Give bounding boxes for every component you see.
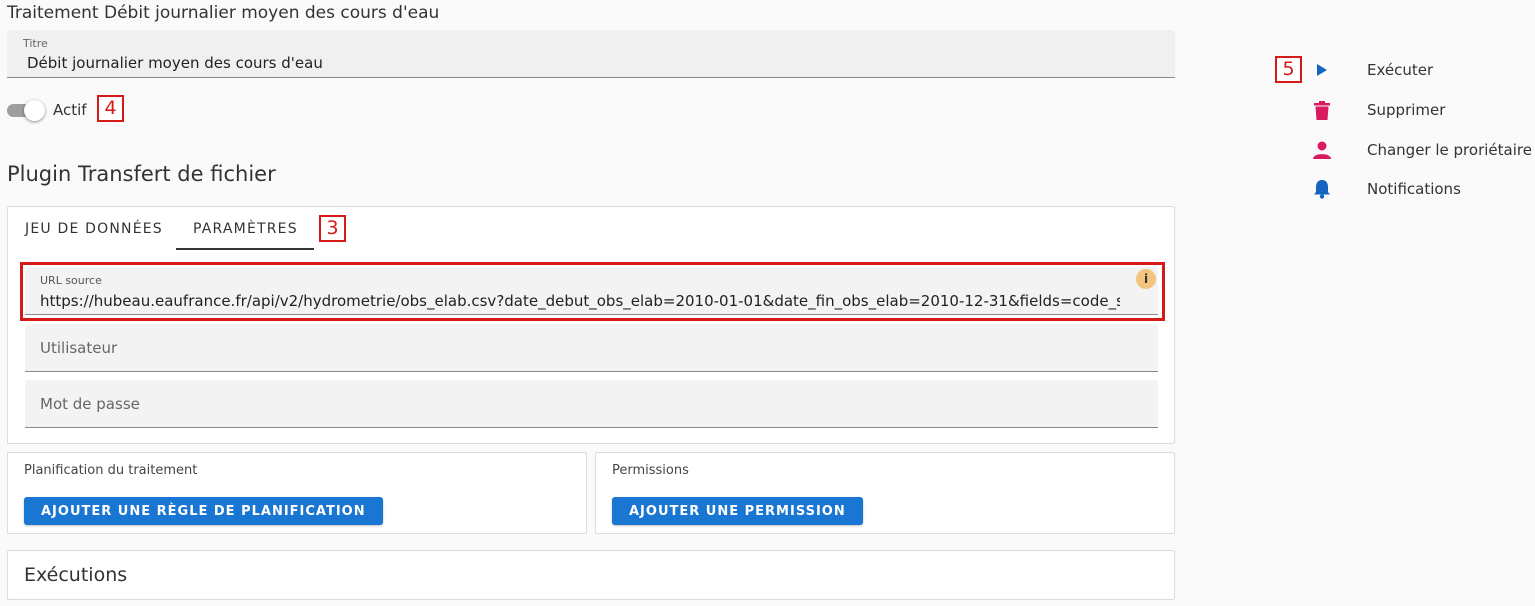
user-field-placeholder: Utilisateur — [40, 339, 118, 357]
active-tab-indicator — [176, 248, 314, 250]
password-field-placeholder: Mot de passe — [40, 395, 140, 413]
permissions-card: Permissions AJOUTER UNE PERMISSION — [595, 452, 1175, 534]
action-execute-label: Exécuter — [1367, 61, 1434, 79]
password-field[interactable]: Mot de passe — [25, 380, 1158, 428]
tab-parameters[interactable]: PARAMÈTRES — [193, 221, 298, 237]
add-permission-button[interactable]: AJOUTER UNE PERMISSION — [612, 497, 863, 525]
toggle-thumb[interactable] — [24, 100, 45, 121]
action-delete-label: Supprimer — [1367, 101, 1446, 119]
annotation-badge-5: 5 — [1275, 56, 1302, 83]
executions-card[interactable]: Exécutions — [7, 550, 1175, 600]
page-title: Traitement Débit journalier moyen des co… — [7, 3, 440, 23]
scheduling-label: Planification du traitement — [24, 463, 198, 478]
add-schedule-rule-button[interactable]: AJOUTER UNE RÈGLE DE PLANIFICATION — [24, 497, 383, 525]
plugin-title: Plugin Transfert de fichier — [7, 162, 276, 186]
info-icon[interactable]: i — [1136, 269, 1156, 289]
action-change-owner[interactable]: Changer le proriétaire — [1305, 135, 1535, 165]
action-delete[interactable]: Supprimer — [1305, 95, 1535, 125]
user-field[interactable]: Utilisateur — [25, 324, 1158, 372]
action-notifications-label: Notifications — [1367, 180, 1461, 198]
active-toggle-label: Actif — [53, 101, 87, 119]
permissions-label: Permissions — [612, 463, 689, 478]
action-notifications[interactable]: Notifications — [1305, 174, 1535, 204]
executions-title: Exécutions — [24, 564, 128, 586]
action-change-owner-label: Changer le proriétaire — [1367, 141, 1532, 159]
plugin-card: JEU DE DONNÉES PARAMÈTRES URL source htt… — [7, 206, 1175, 444]
title-field[interactable]: Titre Débit journalier moyen des cours d… — [7, 30, 1175, 78]
tab-dataset[interactable]: JEU DE DONNÉES — [25, 221, 163, 237]
annotation-badge-4: 4 — [97, 95, 124, 122]
person-icon — [1310, 140, 1334, 160]
play-icon — [1310, 60, 1334, 80]
title-field-label: Titre — [23, 37, 48, 50]
active-toggle[interactable] — [7, 100, 45, 121]
scheduling-card: Planification du traitement AJOUTER UNE … — [7, 452, 587, 534]
annotation-badge-3: 3 — [319, 215, 346, 242]
url-highlight-box — [20, 262, 1165, 321]
trash-icon — [1310, 100, 1334, 120]
bell-icon — [1310, 179, 1334, 199]
action-execute[interactable]: Exécuter — [1305, 55, 1535, 85]
title-field-value[interactable]: Débit journalier moyen des cours d'eau — [27, 54, 323, 72]
